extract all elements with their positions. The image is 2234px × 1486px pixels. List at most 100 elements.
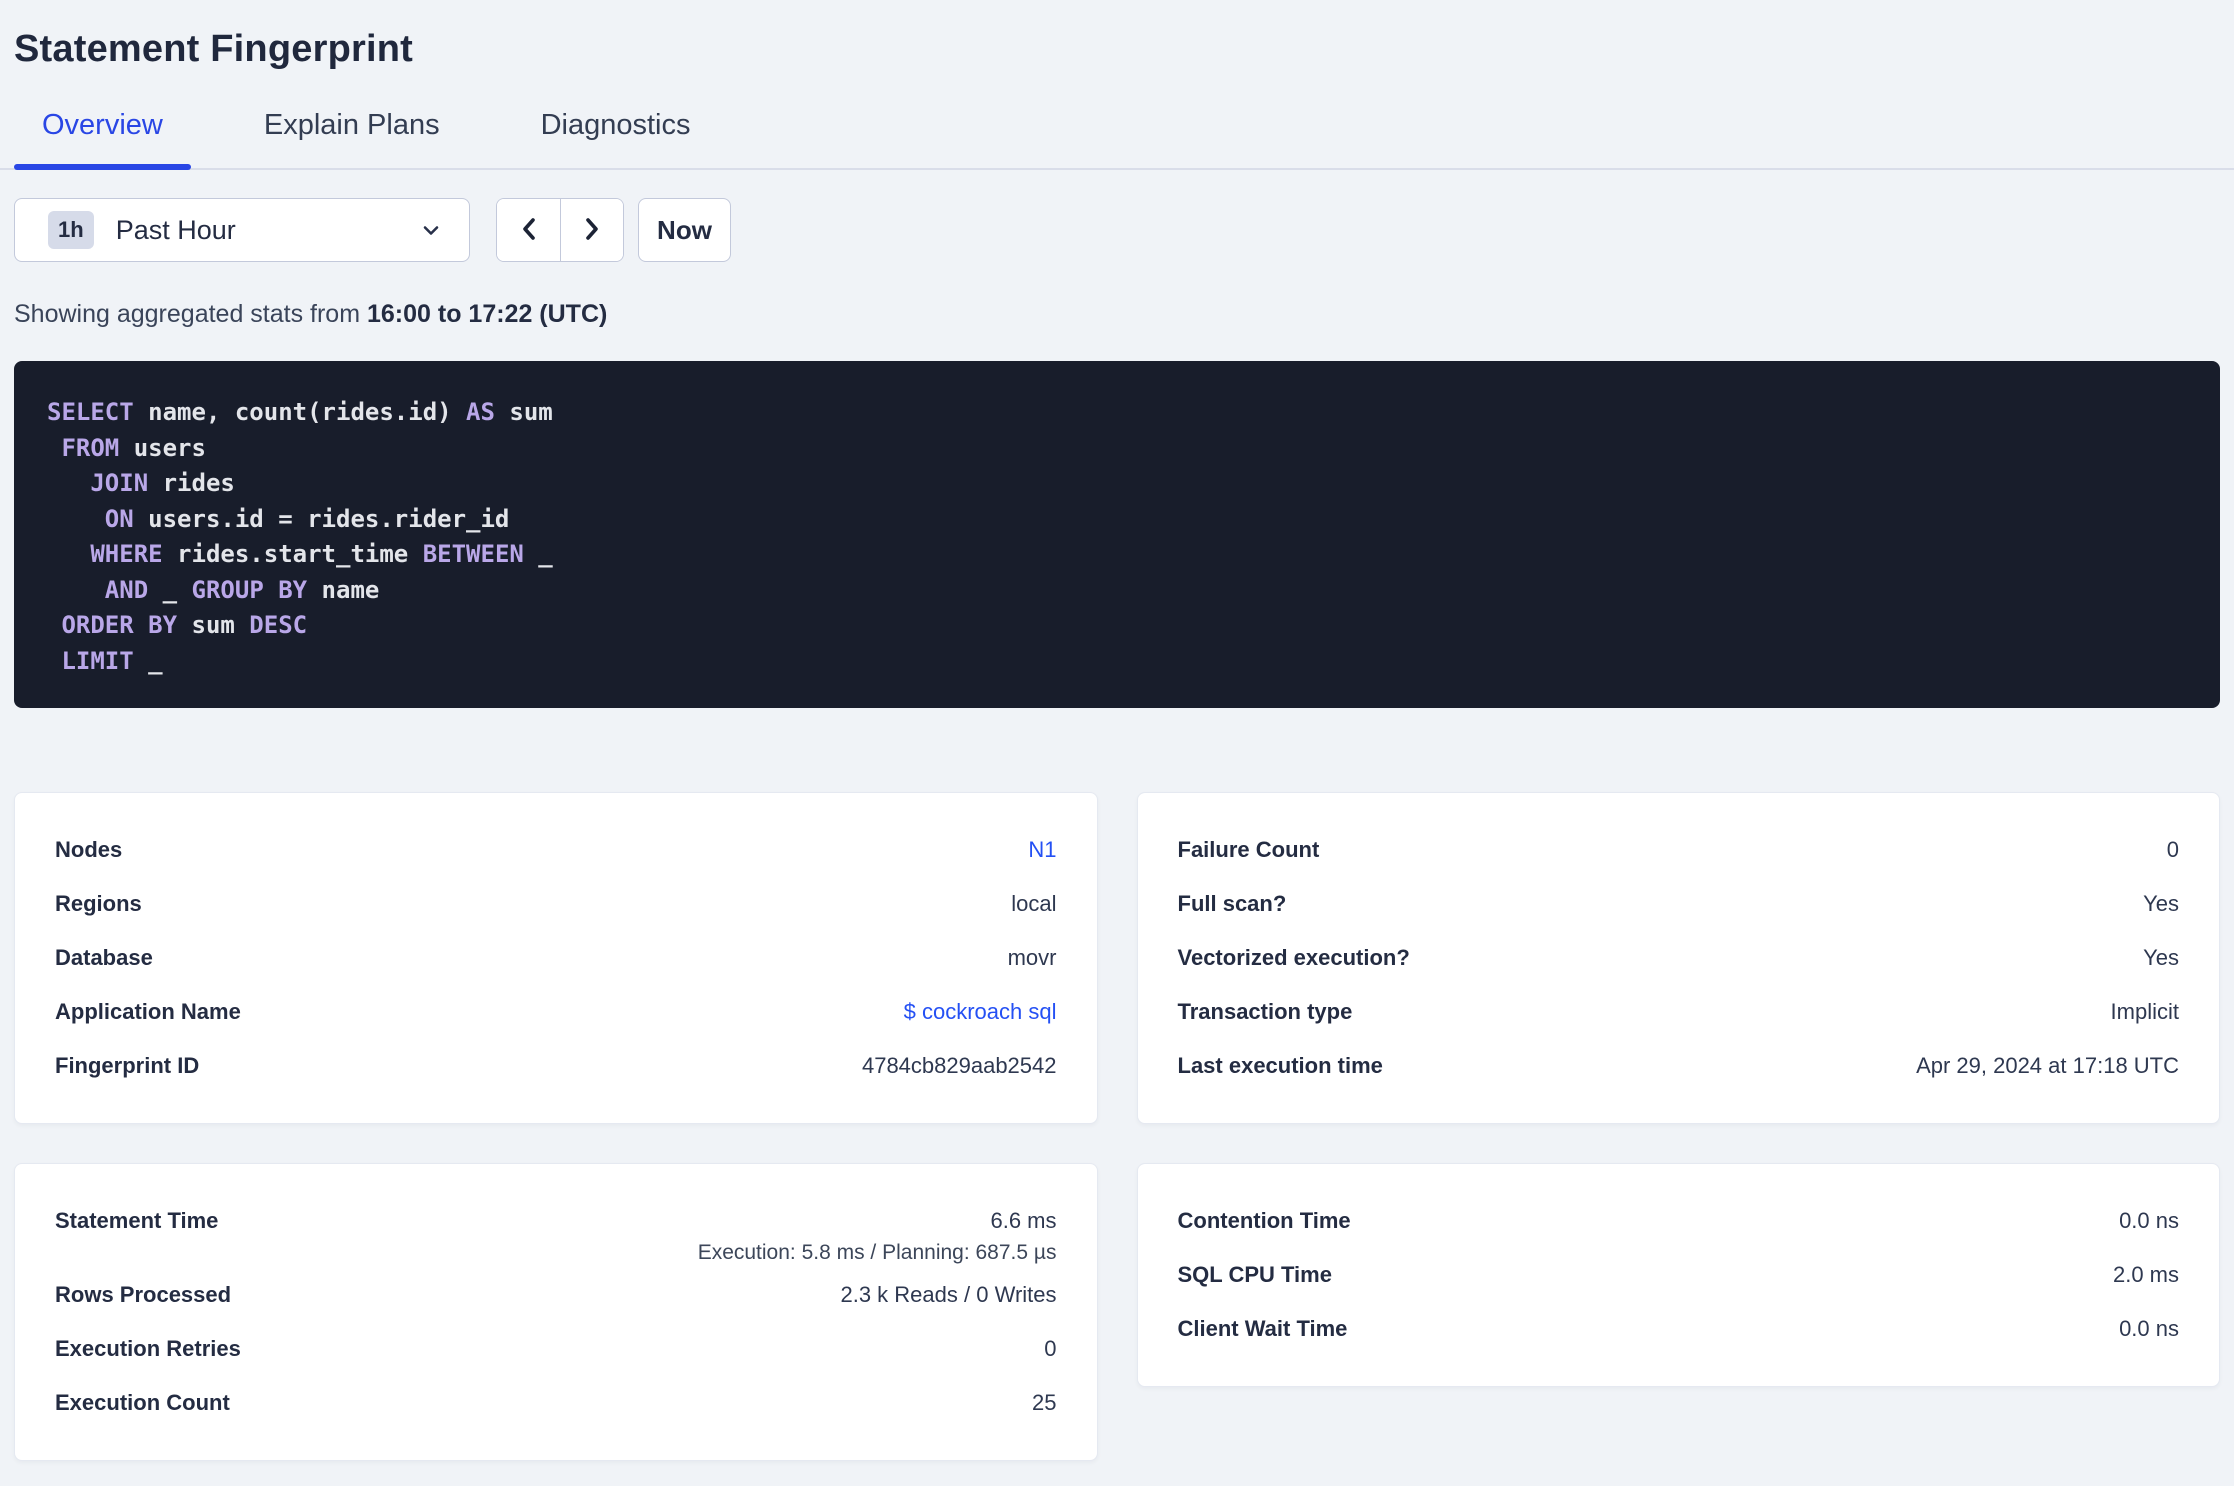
stat-label: Database bbox=[55, 945, 153, 970]
stat-label: Nodes bbox=[55, 837, 123, 862]
stat-value: 0.0 ns bbox=[2119, 1208, 2179, 1233]
stat-value-group: 0.0 ns bbox=[2119, 1208, 2179, 1234]
stat-label: Full scan? bbox=[1177, 891, 1287, 916]
stat-row: Last execution time Apr 29, 2024 at 17:18… bbox=[1178, 1039, 2180, 1093]
stat-value-group: movr bbox=[1008, 945, 1057, 971]
stat-row: SQL CPU Time 2.0 ms bbox=[1178, 1248, 2180, 1302]
stat-value: Apr 29, 2024 at 17:18 UTC bbox=[1916, 1053, 2179, 1078]
stat-value-link[interactable]: N1 bbox=[1028, 837, 1056, 862]
sql-text: name, count(rides.id) bbox=[133, 398, 467, 426]
stat-row: Database movr bbox=[55, 931, 1057, 985]
sql-keyword: ON bbox=[104, 504, 134, 533]
sql-text: users bbox=[119, 433, 206, 462]
stat-value-group: 0.0 ns bbox=[2119, 1316, 2179, 1342]
sql-text: rides.start_time bbox=[162, 540, 423, 568]
stat-row: Nodes N1 bbox=[55, 823, 1057, 877]
stat-label: Last execution time bbox=[1177, 1053, 1383, 1078]
stat-row: Rows Processed 2.3 k Reads / 0 Writes bbox=[55, 1268, 1057, 1322]
statement-performance-card: Statement Time 6.6 ms Execution: 5.8 ms / … bbox=[14, 1163, 1098, 1461]
stat-value-group: Implicit bbox=[2111, 999, 2179, 1025]
sql-text: name bbox=[307, 575, 380, 604]
now-button[interactable]: Now bbox=[638, 198, 731, 262]
statement-details-card: Nodes N1 Regions local Database movr Applicati… bbox=[14, 792, 1098, 1124]
chevron-left-icon bbox=[518, 214, 540, 247]
tab-overview[interactable]: Overview bbox=[14, 109, 191, 170]
tab-explain-plans[interactable]: Explain Plans bbox=[236, 109, 468, 168]
stat-row: Fingerprint ID 4784cb829aab2542 bbox=[55, 1039, 1057, 1093]
sql-keyword: LIMIT bbox=[61, 646, 134, 675]
stat-row: Statement Time 6.6 ms Execution: 5.8 ms / … bbox=[55, 1194, 1057, 1268]
stat-value: 4784cb829aab2542 bbox=[861, 1053, 1057, 1078]
time-picker-toolbar: 1h Past Hour Now bbox=[14, 198, 2220, 262]
stat-value-group: 25 bbox=[1032, 1390, 1056, 1416]
stat-value-group: 0 bbox=[2167, 837, 2179, 863]
stat-label: SQL CPU Time bbox=[1177, 1262, 1332, 1287]
time-range-duration-badge: 1h bbox=[48, 211, 94, 249]
time-window-arrows bbox=[496, 198, 624, 262]
execution-attributes-card: Failure Count 0 Full scan? Yes Vectorized ex… bbox=[1136, 792, 2220, 1124]
previous-time-window-button[interactable] bbox=[497, 199, 560, 261]
tab-bar: Overview Explain Plans Diagnostics bbox=[0, 109, 2234, 170]
stats-summary-prefix: Showing aggregated stats from bbox=[14, 300, 367, 328]
stat-subvalue: Execution: 5.8 ms / Planning: 687.5 µs bbox=[697, 1241, 1057, 1264]
stat-value-group: Apr 29, 2024 at 17:18 UTC bbox=[1916, 1053, 2179, 1079]
stat-value-group: 6.6 ms Execution: 5.8 ms / Planning: 687.… bbox=[698, 1194, 1057, 1268]
stat-label: Transaction type bbox=[1177, 999, 1353, 1024]
sql-keyword: WHERE bbox=[90, 540, 163, 568]
page-title: Statement Fingerprint bbox=[14, 28, 414, 70]
stat-value-link[interactable]: $ cockroach sql bbox=[904, 999, 1057, 1024]
sql-statement: SELECT name, count(rides.id) AS sum FROM… bbox=[47, 395, 2187, 679]
stat-row: Transaction type Implicit bbox=[1178, 985, 2180, 1039]
stat-row: Failure Count 0 bbox=[1178, 823, 2180, 877]
stat-label: Client Wait Time bbox=[1177, 1316, 1348, 1341]
chevron-down-icon bbox=[419, 218, 443, 242]
sql-keyword: GROUP BY bbox=[191, 575, 308, 604]
stats-summary-range: 16:00 to 17:22 (UTC) bbox=[366, 300, 608, 328]
stat-row: Full scan? Yes bbox=[1178, 877, 2180, 931]
stat-value-group: $ cockroach sql bbox=[904, 999, 1057, 1025]
stat-label: Contention Time bbox=[1177, 1208, 1351, 1233]
stat-value: 0.0 ns bbox=[2119, 1316, 2179, 1341]
tab-diagnostics[interactable]: Diagnostics bbox=[513, 109, 719, 168]
stat-value: movr bbox=[1007, 945, 1057, 970]
stats-cards-grid: Nodes N1 Regions local Database movr Applicati… bbox=[14, 792, 2220, 1461]
time-range-label: Past Hour bbox=[115, 214, 236, 245]
sql-keyword: JOIN bbox=[90, 469, 149, 497]
stat-label: Statement Time bbox=[55, 1208, 219, 1233]
stat-value-group: 4784cb829aab2542 bbox=[862, 1053, 1057, 1079]
stat-value: 6.6 ms bbox=[990, 1208, 1057, 1233]
stat-row: Execution Count 25 bbox=[55, 1376, 1057, 1430]
stat-value: 2.0 ms bbox=[2112, 1262, 2179, 1287]
sql-keyword: DESC bbox=[249, 611, 308, 639]
stat-value-group: local bbox=[1011, 891, 1056, 917]
stat-row: Contention Time 0.0 ns bbox=[1178, 1194, 2180, 1248]
stat-value-group: 0 bbox=[1044, 1336, 1056, 1362]
stat-row: Application Name $ cockroach sql bbox=[55, 985, 1057, 1039]
stat-label: Fingerprint ID bbox=[55, 1053, 200, 1078]
sql-text: sum bbox=[177, 611, 250, 639]
stat-label: Regions bbox=[55, 891, 142, 916]
sql-text: _ bbox=[148, 575, 192, 604]
stat-value: local bbox=[1011, 891, 1057, 916]
sql-keyword: ORDER BY bbox=[61, 611, 178, 639]
sql-text: _ bbox=[523, 540, 553, 568]
time-range-select[interactable]: 1h Past Hour bbox=[14, 198, 470, 262]
stat-value: Yes bbox=[2143, 945, 2179, 970]
stat-value: 0 bbox=[2166, 837, 2179, 862]
sql-keyword: AND bbox=[104, 575, 149, 604]
stat-row: Vectorized execution? Yes bbox=[1178, 931, 2180, 985]
stat-label: Execution Retries bbox=[55, 1336, 241, 1361]
sql-statement-box: SELECT name, count(rides.id) AS sum FROM… bbox=[14, 361, 2220, 708]
stat-value-group: N1 bbox=[1028, 837, 1056, 863]
next-time-window-button[interactable] bbox=[560, 199, 623, 261]
stat-row: Execution Retries 0 bbox=[55, 1322, 1057, 1376]
stat-value-group: Yes bbox=[2143, 891, 2179, 917]
stat-value: Implicit bbox=[2110, 999, 2179, 1024]
sql-keyword: FROM bbox=[61, 433, 120, 462]
